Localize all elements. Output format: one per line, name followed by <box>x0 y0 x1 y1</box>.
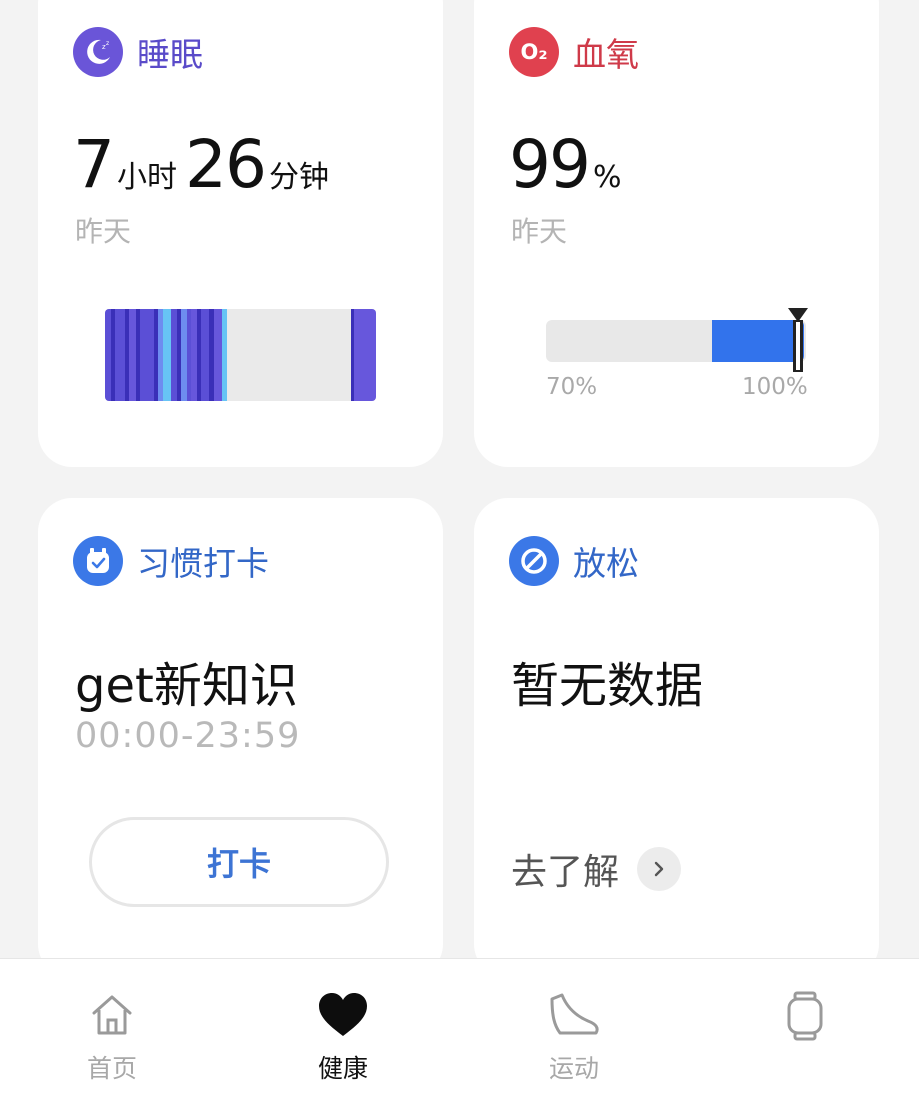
oxygen-value-marker <box>788 308 808 372</box>
oxygen-reading: 99 % <box>509 132 630 198</box>
o2-icon-text: O₂ <box>520 40 548 64</box>
sleep-segment <box>115 309 125 401</box>
moon-zzz-icon: z z <box>73 27 123 77</box>
nav-label-exercise: 运动 <box>548 1054 599 1083</box>
sleep-segment <box>201 309 209 401</box>
nav-label-home: 首页 <box>86 1054 137 1083</box>
nav-item-exercise[interactable]: 运动 <box>474 959 674 1102</box>
nav-item-home[interactable]: 首页 <box>12 959 212 1102</box>
nav-label-health: 健康 <box>317 1054 368 1083</box>
sleep-day: 昨天 <box>75 215 132 248</box>
sleep-stage-chart <box>105 309 376 401</box>
sleep-segment <box>354 309 376 401</box>
oxygen-range-bar <box>546 308 808 372</box>
alarm-check-icon <box>73 536 123 586</box>
oxygen-min-label: 70% <box>546 374 598 400</box>
sleep-segment <box>227 309 351 401</box>
habit-card-header: 习惯打卡 <box>73 536 269 586</box>
nav-item-health[interactable]: 健康 <box>243 959 443 1102</box>
habit-checkin-card[interactable]: 习惯打卡 get新知识 00:00-23:59 打卡 <box>38 498 443 978</box>
sleep-minutes-unit: 分钟 <box>268 160 329 195</box>
oxygen-value: 99 <box>509 126 591 203</box>
nav-item-device[interactable] <box>705 959 905 1102</box>
habit-name: get新知识 <box>75 658 298 714</box>
heart-icon <box>317 991 369 1043</box>
sleep-minutes: 26 <box>185 126 267 203</box>
sleep-segment <box>163 309 171 401</box>
oxygen-max-label: 100% <box>742 374 808 400</box>
blood-oxygen-card[interactable]: O₂ 血氧 99 % 昨天 70% 100% <box>474 0 879 467</box>
relax-circle-icon <box>509 536 559 586</box>
shoe-icon <box>546 991 602 1043</box>
relax-card[interactable]: 放松 暂无数据 去了解 <box>474 498 879 978</box>
relax-learn-more-label: 去了解 <box>511 852 620 893</box>
sleep-title: 睡眠 <box>137 35 203 74</box>
relax-title: 放松 <box>573 544 639 583</box>
chevron-right-icon <box>637 847 682 891</box>
sleep-duration: 7 小时 26 分钟 <box>73 132 337 198</box>
watch-icon <box>785 991 825 1045</box>
oxygen-day: 昨天 <box>511 215 568 248</box>
oxygen-title: 血氧 <box>573 35 639 74</box>
oxygen-unit: % <box>592 160 622 195</box>
checkin-button[interactable]: 打卡 <box>89 817 389 907</box>
relax-empty-text: 暂无数据 <box>511 658 704 714</box>
sleep-segment <box>214 309 222 401</box>
habit-title: 习惯打卡 <box>137 544 269 583</box>
sleep-hours: 7 <box>73 126 115 203</box>
sleep-segment <box>140 309 154 401</box>
oxygen-card-header: O₂ 血氧 <box>509 27 639 77</box>
habit-time-range: 00:00-23:59 <box>75 716 301 756</box>
home-icon <box>88 991 136 1043</box>
sleep-hours-unit: 小时 <box>117 160 177 195</box>
sleep-segment <box>129 309 136 401</box>
sleep-card[interactable]: z z 睡眠 7 小时 26 分钟 昨天 <box>38 0 443 467</box>
o2-icon: O₂ <box>509 27 559 77</box>
sleep-card-header: z z 睡眠 <box>73 27 203 77</box>
svg-text:z: z <box>106 40 109 47</box>
relax-card-header: 放松 <box>509 536 639 586</box>
relax-learn-more-link[interactable]: 去了解 <box>511 843 682 895</box>
bottom-navigation: 首页 健康 运动 <box>0 958 919 1102</box>
